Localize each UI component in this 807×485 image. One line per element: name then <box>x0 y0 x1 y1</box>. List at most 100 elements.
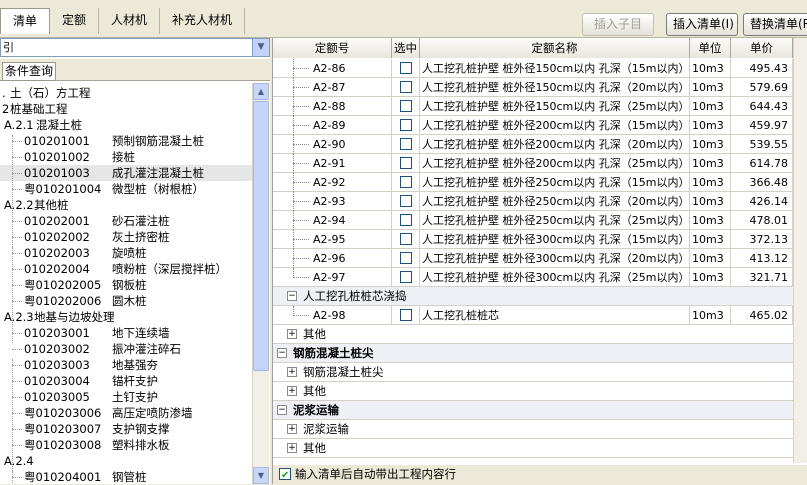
tree-item[interactable]: A.2.1 混凝土桩 <box>0 117 252 133</box>
insert-sub-item-button[interactable]: 插入子目 <box>582 13 654 36</box>
select-checkbox[interactable] <box>400 233 412 245</box>
tree-item[interactable]: 010202001 砂石灌注桩 <box>0 213 252 229</box>
code-cell: A2-94 <box>273 211 392 230</box>
header-select[interactable]: 选中 <box>392 38 420 58</box>
category-combobox[interactable]: 引 ▼ <box>0 38 270 57</box>
tree-item[interactable]: 010201002 接桩 <box>0 149 252 165</box>
list-item[interactable]: + 其他 <box>273 439 793 458</box>
tree-item[interactable]: 010202002 灰土挤密桩 <box>0 229 252 245</box>
expand-toggle-icon[interactable]: + <box>287 329 297 339</box>
tree-scrollbar[interactable]: ▲ ▼ <box>252 83 269 484</box>
quota-price: 478.01 <box>731 211 793 230</box>
table-row[interactable]: A2-97 人工挖孔桩护壁 桩外径300cm以内 孔深（25m以内） 10m3 321… <box>273 268 793 287</box>
table-row[interactable]: A2-92 人工挖孔桩护壁 桩外径250cm以内 孔深（15m以内） 10m3 366… <box>273 173 793 192</box>
select-checkbox[interactable] <box>400 81 412 93</box>
expand-toggle-icon[interactable]: + <box>287 367 297 377</box>
tab-quota[interactable]: 定额 <box>50 8 100 34</box>
tree-item[interactable]: 010203001 地下连续墙 <box>0 325 252 341</box>
select-checkbox[interactable] <box>400 62 412 74</box>
quota-unit: 10m3 <box>690 78 731 97</box>
expand-toggle-icon[interactable]: − <box>277 405 287 415</box>
auto-content-checkbox[interactable]: ✔ <box>279 468 291 481</box>
replace-list-button[interactable]: 替换清单(R) <box>743 13 807 36</box>
tree-item[interactable]: 粤010202006 圆木桩 <box>0 293 252 309</box>
tree-connector <box>293 87 309 88</box>
tree-item[interactable]: 粤010203006 高压定喷防渗墙 <box>0 405 252 421</box>
select-cell <box>392 78 420 97</box>
header-price[interactable]: 单价 <box>731 38 793 58</box>
expand-toggle-icon[interactable]: − <box>277 348 287 358</box>
tree-item[interactable]: 010203003 地基强夯 <box>0 357 252 373</box>
tree-item[interactable]: A.2.4 <box>0 453 252 469</box>
tree-item-code: A.2.3 <box>4 310 34 324</box>
tree-item[interactable]: 010203004 锚杆支护 <box>0 373 252 389</box>
table-row[interactable]: A2-96 人工挖孔桩护壁 桩外径300cm以内 孔深（20m以内） 10m3 413… <box>273 249 793 268</box>
tree-item[interactable]: 010203002 振冲灌注碎石 <box>0 341 252 357</box>
tree-item[interactable]: 010203005 土钉支护 <box>0 389 252 405</box>
table-row[interactable]: A2-98 人工挖孔桩桩芯 10m3 465.02 <box>273 306 793 325</box>
select-checkbox[interactable] <box>400 119 412 131</box>
table-row[interactable]: A2-91 人工挖孔桩护壁 桩外径200cm以内 孔深（25m以内） 10m3 614… <box>273 154 793 173</box>
list-item[interactable]: + 钢筋混凝土桩尖 <box>273 363 793 382</box>
table-row[interactable]: A2-93 人工挖孔桩护壁 桩外径250cm以内 孔深（20m以内） 10m3 426… <box>273 192 793 211</box>
select-checkbox[interactable] <box>400 252 412 264</box>
tree-item[interactable]: 010202003 旋喷桩 <box>0 245 252 261</box>
tree-item[interactable]: 010202004 喷粉桩（深层搅拌桩） <box>0 261 252 277</box>
scroll-down-icon[interactable]: ▼ <box>253 467 269 484</box>
list-item[interactable]: + 其他 <box>273 382 793 401</box>
tree-item[interactable]: 粤010203008 塑料排水板 <box>0 437 252 453</box>
header-code[interactable]: 定额号 <box>273 38 392 58</box>
table-row[interactable]: A2-87 人工挖孔桩护壁 桩外径150cm以内 孔深（20m以内） 10m3 579… <box>273 78 793 97</box>
table-row[interactable]: A2-95 人工挖孔桩护壁 桩外径300cm以内 孔深（15m以内） 10m3 372… <box>273 230 793 249</box>
header-unit[interactable]: 单位 <box>690 38 731 58</box>
expand-toggle-icon[interactable]: + <box>287 386 297 396</box>
table-row[interactable]: A2-94 人工挖孔桩护壁 桩外径250cm以内 孔深（25m以内） 10m3 478… <box>273 211 793 230</box>
expand-toggle-icon[interactable]: + <box>287 443 297 453</box>
expand-toggle-icon[interactable]: + <box>287 424 297 434</box>
select-checkbox[interactable] <box>400 214 412 226</box>
select-checkbox[interactable] <box>400 271 412 283</box>
tab-list[interactable]: 清单 <box>0 8 51 34</box>
tree-item[interactable]: 010201003 成孔灌注混凝土桩 <box>0 165 252 181</box>
list-item[interactable]: − 人工挖孔桩桩芯浇捣 <box>273 287 793 306</box>
select-checkbox[interactable] <box>400 157 412 169</box>
checkmark-icon: ✔ <box>281 470 290 481</box>
tree-item-code: 010203001 <box>24 326 90 340</box>
list-item[interactable]: − 泥浆运输 <box>273 401 793 420</box>
tree-item[interactable]: . 土（石）方工程 <box>0 85 252 101</box>
list-item[interactable]: + 其他 <box>273 325 793 344</box>
tree-item[interactable]: 粤010204001 钢管桩 <box>0 469 252 484</box>
header-name[interactable]: 定额名称 <box>420 38 690 58</box>
quota-price: 644.43 <box>731 97 793 116</box>
tab-condition-query[interactable]: 条件查询 <box>2 62 57 81</box>
list-item[interactable]: − 钢筋混凝土桩尖 <box>273 344 793 363</box>
tree-item[interactable]: 粤010201004 微型桩（树根桩） <box>0 181 252 197</box>
select-checkbox[interactable] <box>400 309 412 321</box>
tree-item[interactable]: A.2.3 地基与边坡处理 <box>0 309 252 325</box>
table-row[interactable]: A2-88 人工挖孔桩护壁 桩外径150cm以内 孔深（25m以内） 10m3 644… <box>273 97 793 116</box>
list-item[interactable]: + 泥浆运输 <box>273 420 793 439</box>
table-row[interactable]: A2-90 人工挖孔桩护壁 桩外径200cm以内 孔深（20m以内） 10m3 539… <box>273 135 793 154</box>
code-cell: A2-98 <box>273 306 392 325</box>
tree-item[interactable]: 粤010203007 支护钢支撑 <box>0 421 252 437</box>
grid-scrollbar[interactable] <box>793 38 807 463</box>
tab-labor-material-machine[interactable]: 人材机 <box>99 8 161 34</box>
expand-toggle-icon[interactable]: − <box>287 291 297 301</box>
select-checkbox[interactable] <box>400 176 412 188</box>
tab-supplementary-lmm[interactable]: 补充人材机 <box>160 8 246 34</box>
select-checkbox[interactable] <box>400 195 412 207</box>
select-checkbox[interactable] <box>400 100 412 112</box>
tree-item[interactable]: 粤010202005 钢板桩 <box>0 277 252 293</box>
scroll-thumb[interactable] <box>253 101 269 371</box>
table-row[interactable]: A2-86 人工挖孔桩护壁 桩外径150cm以内 孔深（15m以内） 10m3 495… <box>273 59 793 78</box>
tree-item[interactable]: 2 桩基础工程 <box>0 101 252 117</box>
tree-item[interactable]: A.2.2 其他桩 <box>0 197 252 213</box>
insert-list-button[interactable]: 插入清单(I) <box>666 13 738 36</box>
table-row[interactable]: A2-89 人工挖孔桩护壁 桩外径200cm以内 孔深（15m以内） 10m3 459… <box>273 116 793 135</box>
quota-code: A2-92 <box>313 176 346 189</box>
tree-item-code: A.2.1 <box>4 118 34 132</box>
scroll-up-icon[interactable]: ▲ <box>253 83 269 100</box>
select-checkbox[interactable] <box>400 138 412 150</box>
chevron-down-icon[interactable]: ▼ <box>252 39 269 56</box>
tree-item[interactable]: 010201001 预制钢筋混凝土桩 <box>0 133 252 149</box>
